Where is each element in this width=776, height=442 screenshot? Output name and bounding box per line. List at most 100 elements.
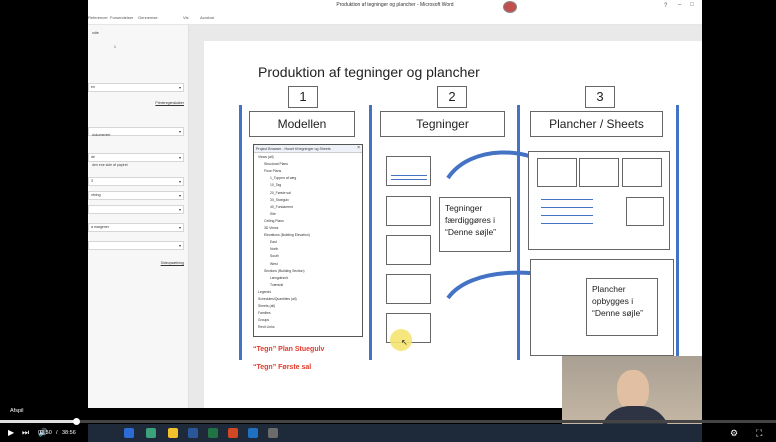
close-icon[interactable]: ×: [357, 145, 360, 151]
project-browser-item[interactable]: Site: [270, 212, 276, 216]
project-browser-item[interactable]: 40_Fundament: [270, 205, 293, 209]
note-line: færdiggøres i: [445, 215, 496, 225]
project-browser[interactable]: Project Browser - Huset til tegninger og…: [253, 144, 363, 337]
settings-label: 1: [114, 45, 116, 49]
time-separator: /: [56, 430, 58, 436]
chevron-down-icon: ▾: [178, 207, 181, 212]
taskbar-app-icon[interactable]: [188, 428, 198, 438]
ribbon-tab[interactable]: Gennemse: [138, 15, 158, 20]
settings-dropdown[interactable]: de ▾: [88, 153, 184, 162]
chevron-down-icon: ▾: [178, 179, 181, 184]
settings-link[interactable]: Printeregenskaber: [155, 101, 184, 105]
drawing-thumbnail: [386, 156, 431, 186]
progress-fill: [0, 420, 77, 423]
project-browser-item[interactable]: Sheets (all): [258, 304, 275, 308]
dropdown-value: de: [91, 155, 95, 159]
chevron-down-icon: ▾: [178, 225, 181, 230]
column-header-1: Modellen: [249, 111, 355, 137]
duration: 38:56: [62, 430, 76, 436]
settings-dropdown[interactable]: ntning ▾: [88, 191, 184, 200]
taskbar-app-icon[interactable]: [268, 428, 278, 438]
column-divider: [676, 105, 679, 360]
column-number-3: 3: [585, 86, 615, 108]
play-icon[interactable]: ▶: [8, 428, 14, 437]
project-browser-item[interactable]: South: [270, 254, 279, 258]
project-browser-item[interactable]: Structural Plans: [264, 162, 288, 166]
dropdown-value: a margener: [91, 225, 109, 229]
column-divider: [239, 105, 242, 360]
taskbar-app-icon[interactable]: [168, 428, 178, 438]
settings-dropdown[interactable]: 3 ▾: [88, 177, 184, 186]
project-browser-item[interactable]: 30_Stuegulv: [270, 198, 289, 202]
project-browser-item[interactable]: Families: [258, 311, 271, 315]
ribbon-tab[interactable]: Acrobat: [200, 15, 214, 20]
chevron-down-icon: ▾: [178, 155, 181, 160]
progress-track[interactable]: [0, 420, 776, 423]
sheet-preview: [528, 151, 670, 250]
column-divider: [369, 105, 372, 360]
slide-title: Produktion af tegninger og plancher: [258, 64, 480, 80]
skip-next-icon[interactable]: ⏭: [22, 428, 29, 438]
record-icon[interactable]: [503, 1, 517, 13]
project-browser-item[interactable]: Længdesnit: [270, 276, 288, 280]
progress-knob[interactable]: [73, 418, 81, 425]
dropdown-value: 3: [91, 179, 93, 183]
column-header-2: Tegninger: [380, 111, 505, 137]
fullscreen-icon[interactable]: ⛶: [756, 428, 762, 439]
project-browser-item[interactable]: 20_Første sal: [270, 191, 291, 195]
note-line: “Denne søjle”: [445, 227, 497, 237]
dropdown-value: ntning: [91, 193, 101, 197]
settings-dropdown[interactable]: ▾: [88, 241, 184, 250]
project-browser-item[interactable]: 10_Tag: [270, 183, 281, 187]
settings-dropdown[interactable]: a margener ▾: [88, 223, 184, 232]
note-box-tegninger: Tegninger færdiggøres i “Denne søjle”: [439, 197, 511, 252]
project-browser-item[interactable]: 1_Toppen af væg: [270, 176, 296, 180]
project-browser-item[interactable]: Tværsnit: [270, 283, 283, 287]
current-time: 03:50: [38, 430, 52, 436]
window-title: Produktion af tegninger og plancher - Mi…: [336, 2, 454, 8]
chevron-down-icon: ▾: [178, 129, 181, 134]
minimize-icon[interactable]: –: [678, 2, 681, 8]
dropdown-value: en: [91, 85, 95, 89]
settings-dropdown[interactable]: en ▾: [88, 83, 184, 92]
ribbon-tab[interactable]: Referencer: [88, 15, 108, 20]
project-browser-item[interactable]: East: [270, 240, 277, 244]
drawing-thumbnail: [386, 235, 431, 265]
maximize-icon[interactable]: □: [690, 2, 694, 8]
project-browser-item[interactable]: Legends: [258, 290, 271, 294]
taskbar-app-icon[interactable]: [248, 428, 258, 438]
red-label-2: “Tegn” Første sal: [253, 364, 312, 371]
ribbon-tab[interactable]: Vis: [183, 15, 188, 20]
ribbon-tabs: Referencer Forsendelser Gennemse Vis Acrobat: [88, 14, 702, 25]
project-browser-item[interactable]: Sections (Building Section): [264, 269, 305, 273]
print-settings-panel: ndte 1 en ▾ Printeregenskaber ▾ dokumentet de ▾ d…: [88, 25, 189, 408]
project-browser-item[interactable]: Schedules/Quantities (all): [258, 297, 297, 301]
project-browser-item[interactable]: Floor Plans: [264, 169, 281, 173]
project-browser-item[interactable]: West: [270, 262, 278, 266]
note-line: “Denne søjle”: [592, 308, 644, 318]
settings-link[interactable]: Sideopsætning: [161, 261, 184, 265]
settings-icon[interactable]: ⚙: [730, 428, 738, 439]
project-browser-item[interactable]: North: [270, 247, 278, 251]
ribbon-tab[interactable]: Forsendelser: [110, 15, 133, 20]
red-label-1: “Tegn” Plan Stuegulv: [253, 346, 325, 353]
note-line: Plancher: [592, 284, 626, 294]
project-browser-item[interactable]: Views (all): [258, 155, 274, 159]
taskbar-app-icon[interactable]: [208, 428, 218, 438]
mouse-pointer-icon: ↖: [401, 338, 408, 347]
project-browser-item[interactable]: Revit Links: [258, 325, 275, 329]
column-number-1: 1: [288, 86, 318, 108]
taskbar-app-icon[interactable]: [146, 428, 156, 438]
column-number-2: 2: [437, 86, 467, 108]
window-titlebar: Produktion af tegninger og plancher - Mi…: [88, 0, 702, 15]
help-icon[interactable]: ?: [664, 3, 667, 9]
taskbar-app-icon[interactable]: [124, 428, 134, 438]
project-browser-item[interactable]: Ceiling Plans: [264, 219, 284, 223]
project-browser-item[interactable]: Groups: [258, 318, 269, 322]
settings-dropdown[interactable]: ▾: [88, 205, 184, 214]
taskbar-app-icon[interactable]: [228, 428, 238, 438]
drawing-thumbnail: [386, 274, 431, 304]
project-browser-item[interactable]: Elevations (Building Elevation): [264, 233, 310, 237]
project-browser-item[interactable]: 3D Views: [264, 226, 278, 230]
settings-label: den ene side af papiret: [92, 163, 128, 167]
